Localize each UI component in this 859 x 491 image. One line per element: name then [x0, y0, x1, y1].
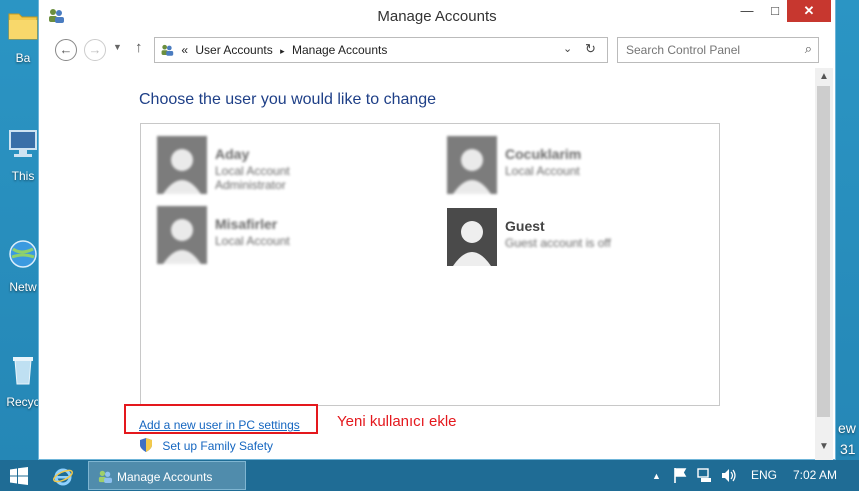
- recycle-bin-icon: [13, 357, 33, 385]
- breadcrumb-user-accounts[interactable]: User Accounts: [195, 43, 272, 57]
- scroll-up-icon[interactable]: ▲: [815, 71, 833, 82]
- desktop-icon-recycle-bin[interactable]: Recyc: [6, 352, 40, 409]
- account-name: Misafirler: [215, 216, 278, 232]
- minimize-button[interactable]: —: [733, 0, 761, 22]
- user-avatar-icon: [157, 136, 207, 194]
- desktop-icon-label: Ba: [15, 51, 31, 65]
- close-button[interactable]: ✕: [787, 0, 831, 22]
- speaker-icon[interactable]: [721, 468, 737, 483]
- account-tile[interactable]: Misafirler Local Account: [157, 206, 357, 268]
- taskbar: Manage Accounts ▲ ENG 7:02 AM: [0, 460, 859, 491]
- account-name: Guest: [505, 218, 545, 234]
- desktop-icon-label: Netw: [9, 280, 37, 294]
- user-avatar-icon: [447, 136, 497, 194]
- desktop-icon-label: This: [11, 169, 35, 183]
- shield-icon: [140, 438, 152, 452]
- scroll-thumb[interactable]: [817, 86, 830, 417]
- navigation-bar: ← → ▼ ↑ « User Accounts ▸ Manage Account…: [39, 37, 835, 63]
- address-dropdown-icon[interactable]: ⌄: [563, 42, 572, 55]
- maximize-button[interactable]: □: [761, 0, 789, 22]
- search-box: ⌕: [617, 37, 819, 63]
- account-tile[interactable]: Cocuklarim Local Account: [447, 136, 647, 198]
- account-role: Administrator: [215, 178, 286, 192]
- page-heading: Choose the user you would like to change: [139, 91, 437, 108]
- refresh-button[interactable]: ↻: [585, 41, 596, 57]
- title-bar[interactable]: Manage Accounts — □ ✕: [39, 0, 835, 32]
- account-tile[interactable]: Aday Local Account Administrator: [157, 136, 357, 198]
- desktop-clipped-text: 31: [840, 441, 856, 457]
- forward-button[interactable]: →: [84, 39, 106, 61]
- family-safety-label: Set up Family Safety: [162, 439, 274, 453]
- windows-start-icon[interactable]: [10, 467, 28, 485]
- window-title: Manage Accounts: [377, 8, 497, 25]
- network-icon[interactable]: [697, 468, 713, 483]
- account-type: Guest account is off: [505, 236, 611, 250]
- user-accounts-icon: [161, 44, 174, 56]
- family-safety-link[interactable]: Set up Family Safety: [139, 438, 273, 453]
- taskbar-item-manage-accounts[interactable]: Manage Accounts: [88, 461, 246, 490]
- vertical-scrollbar[interactable]: ▲ ▼: [815, 68, 833, 460]
- desktop-icon-this-pc[interactable]: This: [6, 126, 40, 183]
- desktop-icon-network[interactable]: Netw: [6, 237, 40, 294]
- breadcrumb-overflow[interactable]: «: [181, 43, 188, 57]
- address-bar[interactable]: « User Accounts ▸ Manage Accounts ⌄ ↻: [154, 37, 608, 63]
- accounts-list: Aday Local Account Administrator Cocukla…: [140, 123, 720, 406]
- computer-icon: [9, 130, 37, 157]
- breadcrumb-manage-accounts[interactable]: Manage Accounts: [292, 43, 387, 57]
- network-globe-icon: [9, 240, 37, 268]
- account-name: Aday: [215, 146, 250, 162]
- search-icon[interactable]: ⌕: [805, 41, 812, 57]
- account-tile[interactable]: Guest Guest account is off: [447, 208, 647, 270]
- show-hidden-icons-button[interactable]: ▲: [652, 471, 661, 481]
- clock[interactable]: 7:02 AM: [793, 468, 837, 482]
- folder-icon: [8, 13, 38, 40]
- recent-locations-icon[interactable]: ▼: [113, 42, 122, 52]
- input-language-indicator[interactable]: ENG: [751, 468, 777, 482]
- account-type: Local Account: [505, 164, 580, 178]
- up-button[interactable]: ↑: [135, 39, 143, 56]
- annotation-highlight-box: [124, 404, 318, 434]
- desktop-icon-folder[interactable]: Ba: [6, 8, 40, 65]
- user-avatar-icon: [157, 206, 207, 264]
- user-avatar-icon: [447, 208, 497, 266]
- breadcrumb: « User Accounts ▸ Manage Accounts: [160, 43, 391, 57]
- desktop-clipped-text: ew: [838, 420, 856, 436]
- search-input[interactable]: [626, 43, 796, 57]
- breadcrumb-separator-icon: ▸: [280, 46, 285, 56]
- manage-accounts-window: Manage Accounts — □ ✕ ← → ▼ ↑ « User Acc…: [38, 0, 836, 460]
- account-name: Cocuklarim: [505, 146, 582, 162]
- account-type: Local Account: [215, 164, 290, 178]
- action-center-flag-icon[interactable]: [673, 468, 687, 483]
- taskbar-item-label: Manage Accounts: [117, 470, 213, 484]
- internet-explorer-icon[interactable]: [52, 465, 74, 487]
- user-accounts-icon: [98, 470, 112, 483]
- annotation-text: Yeni kullanıcı ekle: [337, 413, 457, 430]
- account-type: Local Account: [215, 234, 290, 248]
- main-content: Choose the user you would like to change…: [39, 68, 815, 460]
- back-button[interactable]: ←: [55, 39, 77, 61]
- scroll-down-icon[interactable]: ▼: [815, 441, 833, 452]
- desktop-icon-label: Recyc: [6, 395, 40, 409]
